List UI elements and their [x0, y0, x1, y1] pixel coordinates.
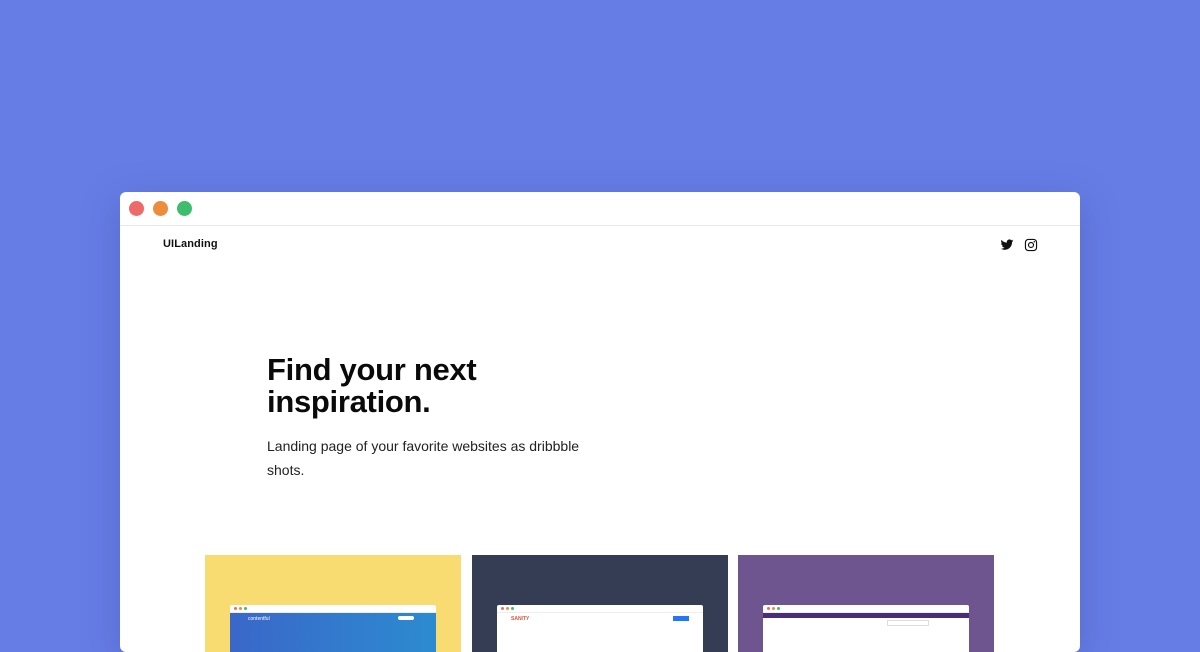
browser-window: UILanding Find your next inspiration. Lan…: [120, 192, 1080, 652]
window-titlebar: [120, 192, 1080, 226]
shot-card-sanity[interactable]: SANITY: [472, 555, 728, 652]
twitter-icon[interactable]: [1000, 238, 1014, 252]
shot-preview: contentful: [230, 605, 436, 652]
shot-preview: SANITY: [497, 605, 703, 652]
shot-card-purple[interactable]: [738, 555, 994, 652]
minimize-window-dot[interactable]: [153, 201, 168, 216]
site-nav: UILanding: [120, 226, 1080, 264]
hero-title: Find your next inspiration.: [267, 352, 477, 419]
shot-card-contentful[interactable]: contentful: [205, 555, 461, 652]
hero-subtitle: Landing page of your favorite websites a…: [267, 438, 580, 478]
shot-preview: [763, 605, 969, 652]
brand-logo[interactable]: UILanding: [163, 238, 218, 250]
social-links: [1000, 238, 1038, 252]
close-window-dot[interactable]: [129, 201, 144, 216]
maximize-window-dot[interactable]: [177, 201, 192, 216]
instagram-icon[interactable]: [1024, 238, 1038, 252]
preview-logo: SANITY: [511, 616, 530, 622]
preview-logo: contentful: [248, 616, 270, 622]
hero-section: Find your next inspiration. Landing page …: [267, 354, 607, 482]
